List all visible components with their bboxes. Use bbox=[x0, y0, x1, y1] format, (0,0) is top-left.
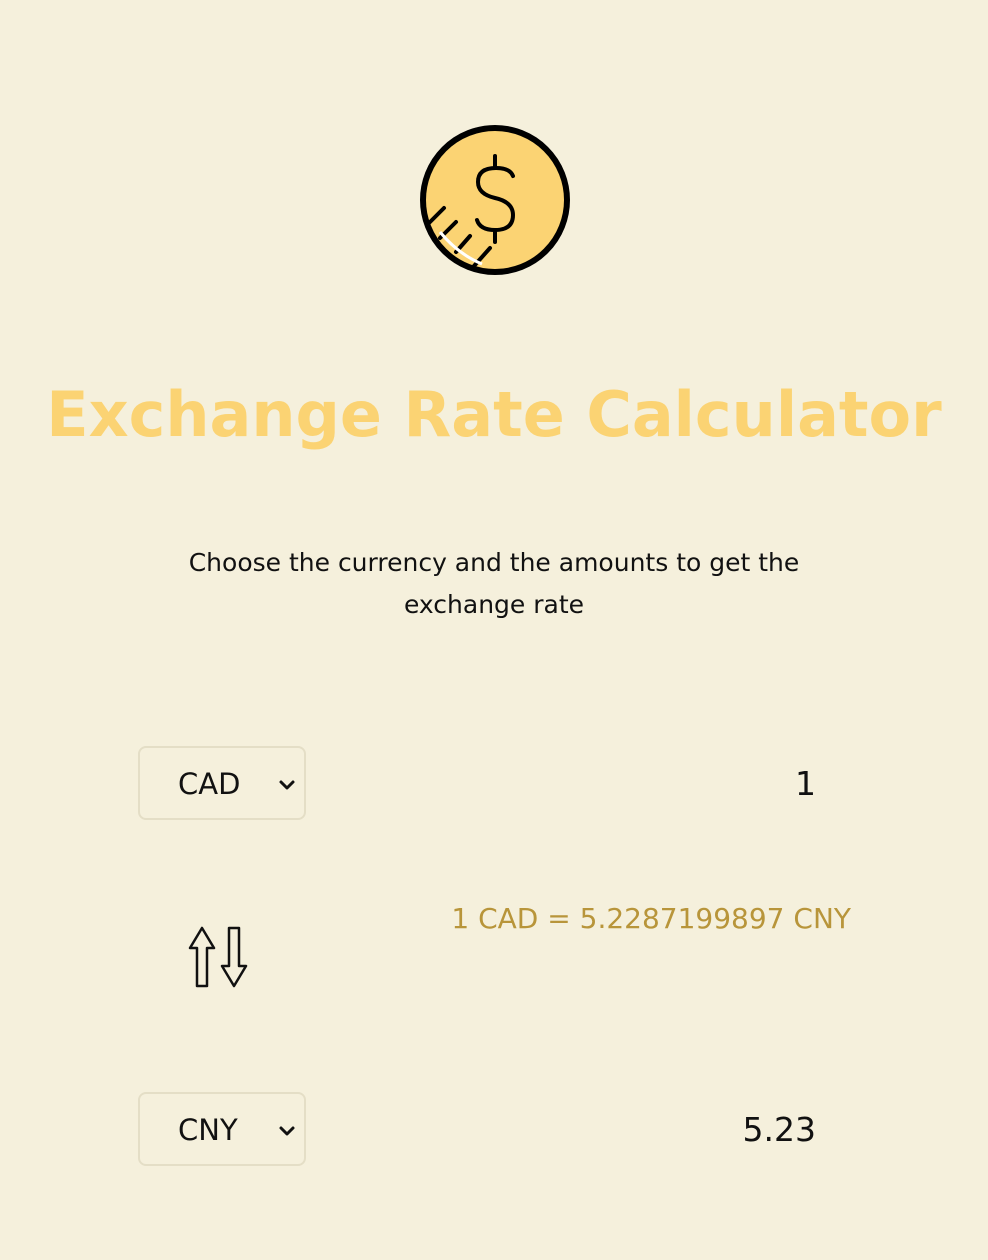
chevron-down-icon bbox=[278, 777, 296, 791]
page-title: Exchange Rate Calculator bbox=[46, 378, 942, 451]
dollar-coin-icon bbox=[418, 124, 572, 278]
exchange-rate-text: 1 CAD = 5.2287199897 CNY bbox=[451, 902, 851, 935]
currency-one-selected: CAD bbox=[178, 767, 241, 801]
chevron-down-icon bbox=[278, 1123, 296, 1137]
amount-one-input[interactable]: 1 bbox=[795, 764, 816, 803]
currency-two-selected: CNY bbox=[178, 1113, 238, 1147]
page-subtitle: Choose the currency and the amounts to g… bbox=[188, 548, 800, 619]
currency-two-select[interactable]: CNY bbox=[138, 1092, 306, 1166]
swap-arrows-icon[interactable] bbox=[184, 924, 252, 990]
currency-one-select[interactable]: CAD bbox=[138, 746, 306, 820]
amount-two-input[interactable]: 5.23 bbox=[743, 1110, 816, 1149]
